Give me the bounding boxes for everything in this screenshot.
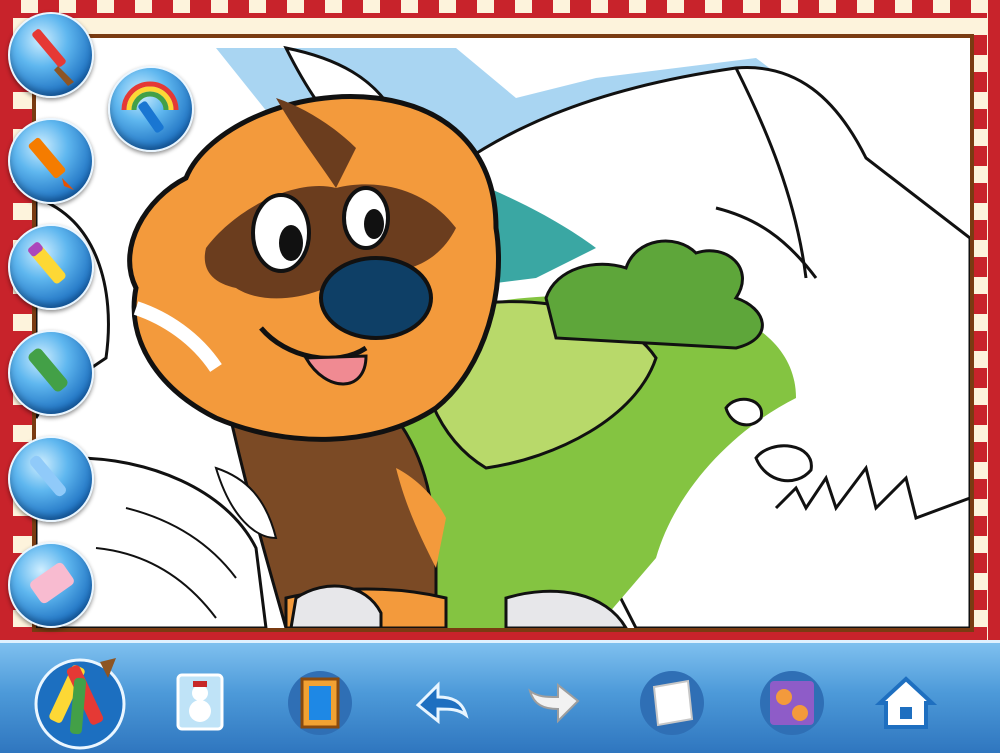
crayons-and-brush-icon <box>34 658 126 750</box>
chalk-tool-button[interactable] <box>8 436 94 522</box>
felt-pen-icon <box>28 348 68 392</box>
frame-icon <box>288 671 352 735</box>
gallery-button[interactable] <box>756 667 828 739</box>
undo-arrow-icon <box>415 681 469 725</box>
marker-tool-button[interactable] <box>8 224 94 310</box>
frames-button[interactable] <box>284 667 356 739</box>
snowman-picture-icon <box>176 673 224 731</box>
rainbow-brush-tool-button[interactable] <box>108 66 194 152</box>
crayon-icon <box>28 137 74 190</box>
redo-button[interactable] <box>520 667 592 739</box>
rainbow-brush-icon <box>121 81 179 133</box>
coloring-tools-button[interactable] <box>30 654 130 750</box>
home-icon <box>874 676 938 729</box>
redo-arrow-icon <box>528 682 580 724</box>
dog-nose <box>319 256 433 340</box>
felt-pen-tool-button[interactable] <box>8 330 94 416</box>
marker-icon <box>28 242 66 284</box>
eraser-icon <box>30 562 74 604</box>
paintbrush-tool-button[interactable] <box>8 12 94 98</box>
eraser-tool-button[interactable] <box>8 542 94 628</box>
crayon-tool-button[interactable] <box>8 118 94 204</box>
pictures-button[interactable] <box>164 667 236 739</box>
blank-page-icon <box>640 671 704 735</box>
paintbrush-icon <box>32 29 74 86</box>
chalk-icon <box>30 455 66 497</box>
gallery-filmstrip-icon <box>760 671 824 735</box>
bottom-toolbar <box>0 640 1000 753</box>
new-page-button[interactable] <box>636 667 708 739</box>
undo-button[interactable] <box>404 667 476 739</box>
home-button[interactable] <box>870 667 942 739</box>
